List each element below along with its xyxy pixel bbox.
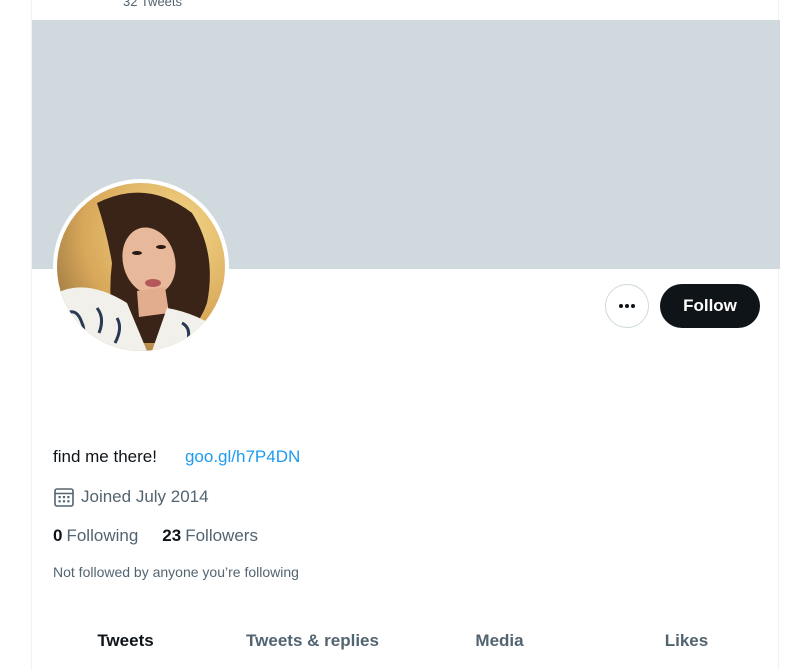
joined-text: Joined July 2014	[81, 487, 209, 506]
tweet-count: 32 Tweets	[123, 0, 183, 9]
tab-tweets-replies[interactable]: Tweets & replies	[219, 612, 406, 670]
tab-media[interactable]: Media	[406, 612, 593, 670]
followers-you-know-notice: Not followed by anyone you’re following	[53, 564, 299, 580]
profile-tabs: Tweets Tweets & replies Media Likes	[32, 612, 780, 670]
profile-column: 32 Tweets Follow find me there! goo.gl/h…	[31, 0, 780, 670]
following-count: 0	[53, 526, 63, 545]
joined-date: Joined July 2014	[53, 486, 209, 508]
following-link[interactable]: 0 Following	[53, 526, 138, 546]
tab-tweets[interactable]: Tweets	[32, 612, 219, 670]
avatar-photo	[57, 183, 225, 351]
profile-bio: find me there! goo.gl/h7P4DN	[53, 447, 300, 467]
followers-link[interactable]: 23 Followers	[162, 526, 258, 546]
bio-link[interactable]: goo.gl/h7P4DN	[185, 447, 300, 466]
ellipsis-icon	[619, 304, 635, 308]
avatar[interactable]	[53, 179, 229, 355]
following-label: Following	[66, 526, 139, 545]
followers-count: 23	[162, 526, 182, 545]
bio-text: find me there!	[53, 447, 157, 466]
more-options-button[interactable]	[605, 284, 649, 328]
calendar-icon	[54, 488, 74, 507]
follow-button[interactable]: Follow	[660, 284, 760, 328]
followers-label: Followers	[185, 526, 258, 545]
tab-likes[interactable]: Likes	[593, 612, 780, 670]
profile-stats: 0 Following 23 Followers	[53, 526, 258, 546]
